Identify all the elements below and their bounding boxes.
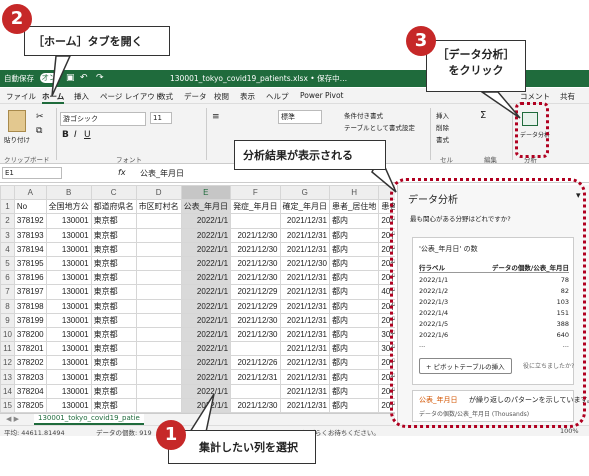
callout-analyze: ［データ分析］ をクリック <box>426 40 526 92</box>
callout-analyze-line1: ［データ分析］ <box>437 48 515 61</box>
arrow-to-analyze <box>479 91 521 119</box>
arrow-to-column <box>188 393 215 433</box>
step-3-badge: 3 <box>406 26 436 56</box>
arrow-to-home-tab <box>51 55 72 97</box>
callout-select-column: 集計したい列を選択 <box>168 430 316 464</box>
callout-analyze-line2: をクリック <box>448 64 504 77</box>
callout-result-text: 分析結果が表示される <box>243 149 353 162</box>
step-1-badge: 1 <box>156 420 186 450</box>
callout-select-text: 集計したい列を選択 <box>199 441 298 454</box>
callout-result: 分析結果が表示される <box>234 140 386 170</box>
